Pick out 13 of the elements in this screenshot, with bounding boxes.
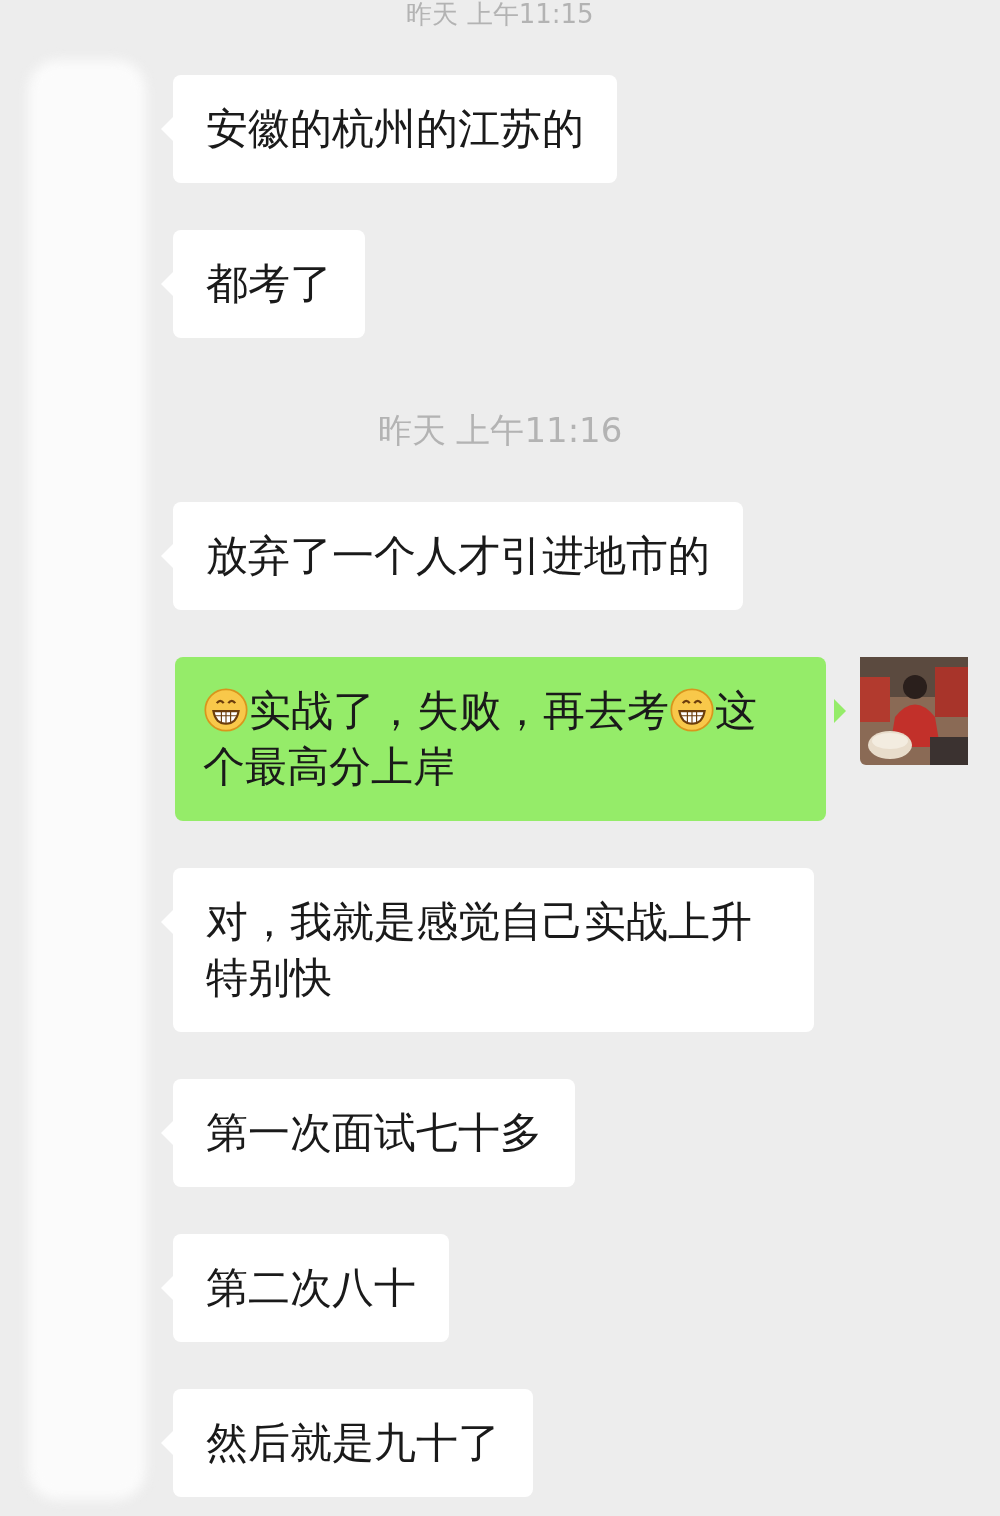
message-bubble: 实战了，失败，再去考 这个最高分上岸 <box>175 657 826 821</box>
grinning-face-icon <box>669 687 715 733</box>
bubble-tail <box>834 699 846 723</box>
timestamp: 昨天 上午11:15 <box>405 0 595 28</box>
message-bubble: 第二次八十 <box>173 1234 449 1342</box>
timestamp: 昨天 上午11:16 <box>376 410 624 450</box>
message-bubble: 第一次面试七十多 <box>173 1079 575 1187</box>
message-bubble: 安徽的杭州的江苏的 <box>173 75 617 183</box>
grinning-face-icon <box>203 687 249 733</box>
message-bubble: 都考了 <box>173 230 365 338</box>
message-bubble: 然后就是九十了 <box>173 1389 533 1497</box>
message-bubble: 放弃了一个人才引进地市的 <box>173 502 743 610</box>
message-bubble: 对，我就是感觉自己实战上升特别快 <box>173 868 814 1032</box>
